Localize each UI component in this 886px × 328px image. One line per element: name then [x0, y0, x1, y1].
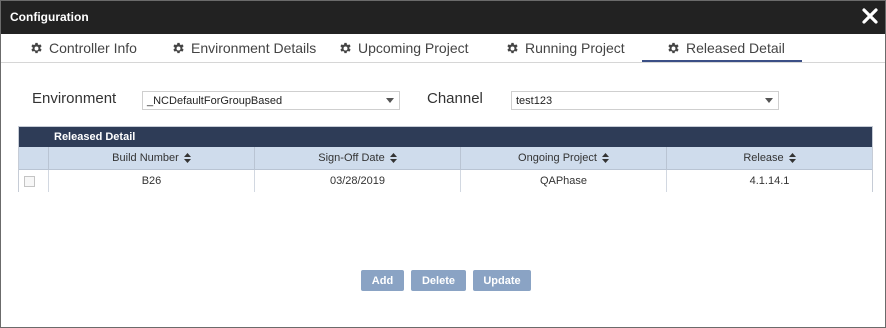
title-bar: Configuration [1, 1, 885, 34]
channel-select[interactable]: test123 [511, 91, 779, 110]
sort-icon [183, 153, 191, 163]
column-header-sign-off-date[interactable]: Sign-Off Date [255, 147, 461, 169]
tab-divider [1, 62, 885, 63]
delete-button[interactable]: Delete [411, 270, 466, 291]
tab-bar: Controller Info Environment Details Upco… [1, 34, 885, 62]
grid-header-row: Build Number Sign-Off Date Ongoing Proje… [19, 147, 872, 170]
chevron-down-icon [386, 98, 394, 103]
chevron-down-icon [765, 98, 773, 103]
tab-environment-details[interactable]: Environment Details [172, 34, 316, 62]
gear-icon [31, 42, 42, 53]
tab-label: Released Detail [686, 40, 785, 56]
sort-icon [389, 153, 397, 163]
table-row[interactable]: B26 03/28/2019 QAPhase 4.1.14.1 [19, 170, 872, 192]
row-select-cell [19, 170, 49, 192]
tab-label: Environment Details [191, 40, 317, 56]
gear-icon [173, 42, 184, 53]
tab-label: Running Project [525, 40, 625, 56]
column-header-build-number[interactable]: Build Number [49, 147, 255, 169]
channel-label: Channel [427, 90, 483, 107]
column-header-label: Ongoing Project [518, 152, 597, 164]
channel-select-value: test123 [516, 95, 553, 107]
environment-label: Environment [32, 90, 117, 107]
column-header-release[interactable]: Release [667, 147, 872, 169]
sort-icon [601, 153, 609, 163]
gear-icon [507, 42, 518, 53]
released-detail-grid: Released Detail Build Number Sign-Off Da… [18, 126, 873, 192]
tab-upcoming-project[interactable]: Upcoming Project [339, 34, 469, 62]
cell-release: 4.1.14.1 [749, 175, 790, 187]
column-header-label: Sign-Off Date [318, 152, 385, 164]
tab-controller-info[interactable]: Controller Info [30, 34, 137, 62]
tab-label: Upcoming Project [358, 40, 469, 56]
configuration-dialog: Configuration Controller Info Environmen… [0, 0, 886, 328]
tab-running-project[interactable]: Running Project [506, 34, 625, 62]
column-header-ongoing-project[interactable]: Ongoing Project [461, 147, 667, 169]
gear-icon [340, 42, 351, 53]
column-header-label: Release [743, 152, 784, 164]
cell-build-number: B26 [49, 170, 255, 192]
environment-select[interactable]: _NCDefaultForGroupBased [142, 91, 400, 110]
tab-released-detail[interactable]: Released Detail [667, 34, 785, 62]
update-button[interactable]: Update [473, 270, 531, 291]
environment-select-value: _NCDefaultForGroupBased [147, 95, 283, 107]
cell-sign-off-date: 03/28/2019 [255, 170, 461, 192]
close-icon[interactable] [861, 6, 879, 26]
gear-icon [668, 42, 679, 53]
select-column-header [19, 147, 49, 169]
cell-ongoing-project: QAPhase [461, 170, 667, 192]
add-button[interactable]: Add [361, 270, 404, 291]
row-checkbox[interactable] [24, 175, 35, 187]
grid-caption: Released Detail [19, 127, 872, 147]
tab-label: Controller Info [49, 40, 137, 56]
sort-icon [788, 153, 796, 163]
column-header-label: Build Number [112, 152, 179, 164]
dialog-title: Configuration [10, 10, 89, 24]
